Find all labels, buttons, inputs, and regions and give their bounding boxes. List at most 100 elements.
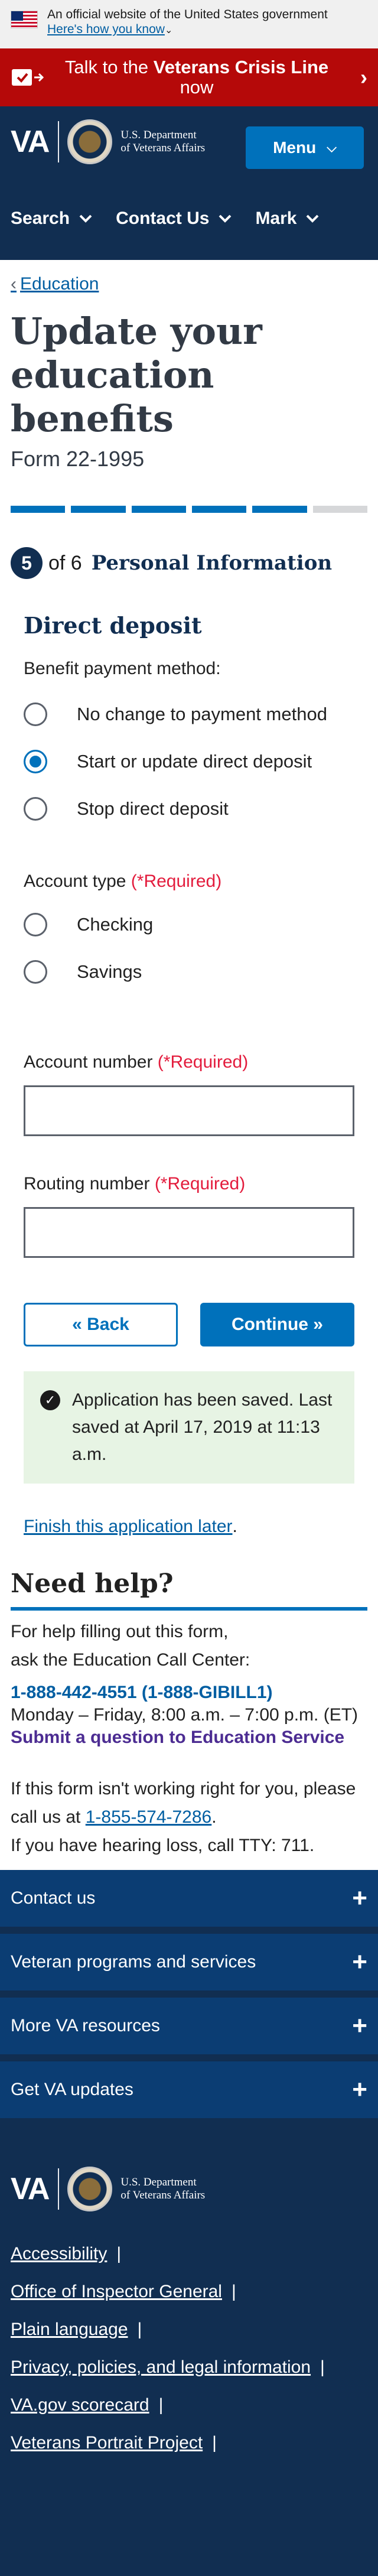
crisis-line-title: Veterans Crisis Line bbox=[153, 57, 329, 77]
nav-contact-us[interactable]: Contact Us bbox=[116, 209, 232, 229]
breadcrumb[interactable]: ‹ Education bbox=[11, 274, 367, 294]
step-number-badge: 5 bbox=[11, 547, 43, 579]
radio-button[interactable] bbox=[24, 702, 47, 726]
required-marker: (*Required) bbox=[154, 1174, 246, 1193]
site-footer: Contact us + Veteran programs and servic… bbox=[0, 1870, 378, 2576]
accordion-label: Contact us bbox=[11, 1888, 96, 1908]
account-type-option-label: Checking bbox=[77, 914, 154, 935]
footer-accordion-get-updates[interactable]: Get VA updates + bbox=[0, 2061, 378, 2125]
link-separator: | bbox=[320, 2357, 325, 2377]
footer-link-label: Veterans Portrait Project bbox=[11, 2433, 203, 2453]
call-center-hours: Monday – Friday, 8:00 a.m. – 7:00 p.m. (… bbox=[11, 1705, 359, 1725]
chevron-right-icon: › bbox=[360, 65, 367, 89]
heres-how-you-know-link[interactable]: Here's how you know bbox=[47, 22, 165, 36]
continue-button[interactable]: Continue » bbox=[200, 1303, 354, 1346]
footer-link-plain-language[interactable]: Plain language | bbox=[11, 2311, 367, 2349]
form-issue-text: If this form isn't working right for you… bbox=[11, 1775, 367, 1860]
footer-link-label: Plain language bbox=[11, 2320, 128, 2339]
payment-option-no-change[interactable]: No change to payment method bbox=[24, 691, 354, 738]
footer-link-label: Accessibility bbox=[11, 2244, 107, 2263]
finish-later-period: . bbox=[232, 1517, 237, 1536]
footer-link-accessibility[interactable]: Accessibility | bbox=[11, 2235, 367, 2273]
form-issue-line-1: If this form isn't working right for you… bbox=[11, 1779, 356, 1798]
progress-bar bbox=[11, 506, 367, 513]
footer-links: Accessibility | Office of Inspector Gener… bbox=[0, 2211, 378, 2462]
help-intro-line-2: ask the Education Call Center: bbox=[11, 1650, 250, 1670]
crisis-line-banner[interactable]: Talk to the Veterans Crisis Line now › bbox=[0, 48, 378, 106]
department-name: U.S. Department of Veterans Affairs bbox=[120, 129, 205, 155]
va-logo[interactable]: VA bbox=[11, 124, 50, 160]
crisis-suffix: now bbox=[180, 77, 214, 97]
chevron-left-icon: ‹ bbox=[11, 274, 17, 294]
account-type-savings[interactable]: Savings bbox=[24, 948, 354, 996]
routing-number-label: Routing number (*Required) bbox=[24, 1174, 354, 1194]
crisis-prefix: Talk to the bbox=[64, 57, 149, 77]
dept-line-1: U.S. Department bbox=[120, 129, 197, 141]
back-button[interactable]: « Back bbox=[24, 1303, 178, 1346]
plus-icon: + bbox=[352, 1947, 367, 1976]
link-separator: | bbox=[231, 2282, 236, 2301]
required-marker: (*Required) bbox=[131, 871, 222, 891]
routing-number-label-text: Routing number bbox=[24, 1174, 150, 1193]
official-banner: An official website of the United States… bbox=[0, 0, 378, 48]
footer-dept-line-1: U.S. Department bbox=[120, 2176, 197, 2188]
finish-later-link[interactable]: Finish this application later bbox=[24, 1517, 233, 1537]
step-title: Personal Information bbox=[91, 551, 333, 575]
progress-segment bbox=[131, 506, 186, 513]
help-desk-phone-link[interactable]: 1-855-574-7286 bbox=[86, 1807, 212, 1827]
footer-logo[interactable]: VA U.S. Department of Veterans Affairs bbox=[0, 2125, 378, 2211]
menu-button[interactable]: Menu ⌵ bbox=[246, 126, 364, 169]
va-seal-icon bbox=[67, 119, 113, 164]
footer-accordion-contact-us[interactable]: Contact us + bbox=[0, 1870, 378, 1934]
nav-user-account[interactable]: Mark bbox=[255, 209, 319, 229]
plus-icon: + bbox=[352, 2011, 367, 2040]
chevron-down-icon bbox=[307, 214, 319, 223]
footer-link-scorecard[interactable]: VA.gov scorecard | bbox=[11, 2386, 367, 2424]
official-banner-text: An official website of the United States… bbox=[47, 8, 328, 21]
account-type-checking[interactable]: Checking bbox=[24, 901, 354, 948]
footer-accordion-more-resources[interactable]: More VA resources + bbox=[0, 1998, 378, 2061]
footer-link-privacy[interactable]: Privacy, policies, and legal information… bbox=[11, 2349, 367, 2386]
radio-button[interactable] bbox=[24, 797, 47, 821]
radio-button-selected[interactable] bbox=[24, 750, 47, 773]
footer-link-inspector-general[interactable]: Office of Inspector General | bbox=[11, 2273, 367, 2311]
plus-icon: + bbox=[352, 1884, 367, 1913]
progress-segment bbox=[312, 506, 367, 513]
saved-alert: ✓ Application has been saved. Last saved… bbox=[24, 1371, 354, 1484]
progress-segment bbox=[191, 506, 247, 513]
accordion-label: Get VA updates bbox=[11, 2080, 133, 2099]
footer-department-name: U.S. Department of Veterans Affairs bbox=[120, 2176, 205, 2202]
chevron-down-icon[interactable]: ⌄ bbox=[165, 25, 172, 35]
step-indicator: 5 of 6 Personal Information bbox=[11, 547, 367, 579]
payment-option-stop[interactable]: Stop direct deposit bbox=[24, 785, 354, 832]
account-number-input[interactable] bbox=[24, 1085, 354, 1136]
payment-option-label: Stop direct deposit bbox=[77, 798, 229, 819]
submit-question-link[interactable]: Submit a question to Education Service bbox=[11, 1728, 367, 1748]
footer-link-portrait-project[interactable]: Veterans Portrait Project | bbox=[11, 2424, 367, 2462]
form-number: Form 22-1995 bbox=[11, 447, 145, 471]
required-marker: (*Required) bbox=[157, 1052, 249, 1072]
account-type-option-label: Savings bbox=[77, 961, 142, 982]
chevron-down-icon bbox=[79, 214, 92, 223]
accordion-label: Veteran programs and services bbox=[11, 1952, 256, 1972]
payment-option-start-update[interactable]: Start or update direct deposit bbox=[24, 738, 354, 785]
breadcrumb-education-link[interactable]: Education bbox=[20, 274, 99, 294]
radio-button[interactable] bbox=[24, 960, 47, 984]
routing-number-input[interactable] bbox=[24, 1207, 354, 1258]
education-call-center-phone[interactable]: 1-888-442-4551 (1-888-GIBILL1) bbox=[11, 1683, 367, 1703]
progress-segment bbox=[11, 506, 66, 513]
account-number-label-text: Account number bbox=[24, 1052, 153, 1072]
progress-segment bbox=[71, 506, 126, 513]
form-navigation: « Back Continue » bbox=[24, 1303, 354, 1346]
main-content: ‹ Education Update your education benefi… bbox=[0, 274, 378, 1860]
link-separator: | bbox=[212, 2433, 217, 2453]
footer-accordion-veteran-programs[interactable]: Veteran programs and services + bbox=[0, 1934, 378, 1998]
chevron-down-icon bbox=[219, 214, 232, 223]
step-of-total: of 6 bbox=[48, 551, 82, 574]
help-intro-line-1: For help filling out this form, bbox=[11, 1622, 229, 1641]
check-circle-icon: ✓ bbox=[40, 1390, 60, 1410]
nav-search-label: Search bbox=[11, 209, 70, 228]
nav-search[interactable]: Search bbox=[11, 209, 92, 229]
payment-option-label: No change to payment method bbox=[77, 704, 327, 724]
radio-button[interactable] bbox=[24, 913, 47, 936]
